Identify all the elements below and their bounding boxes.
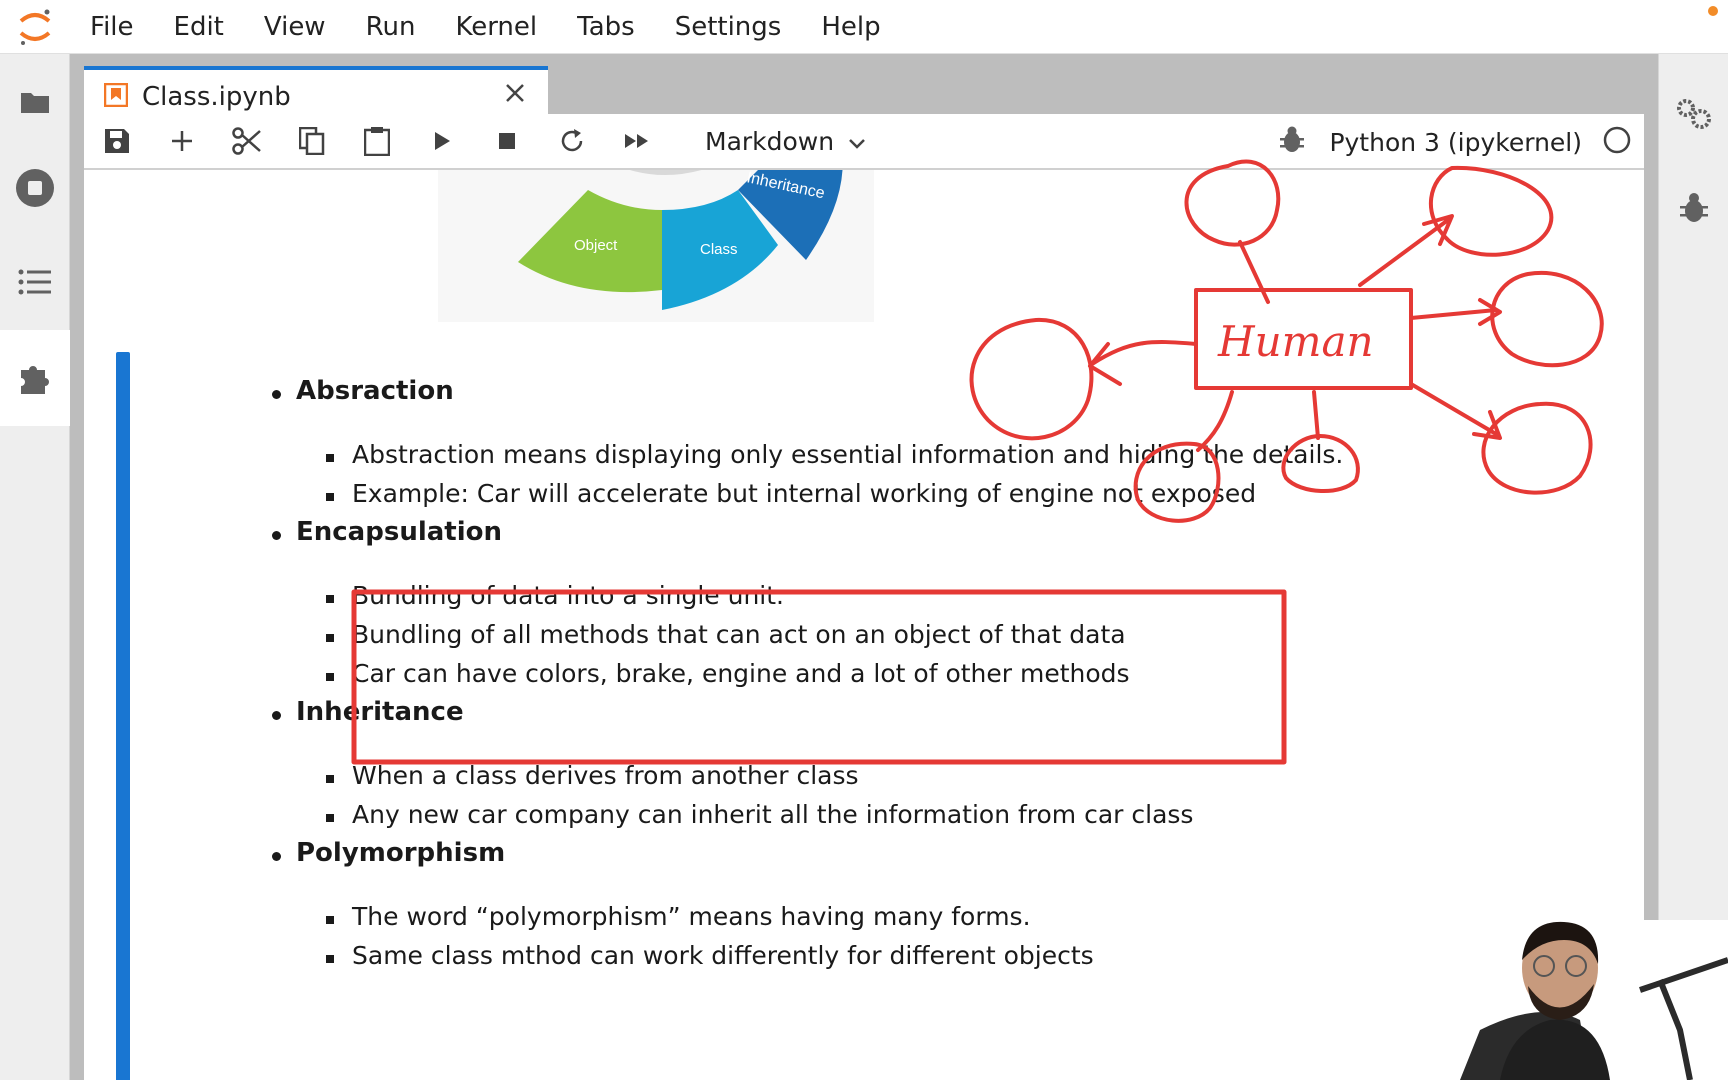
chevron-down-icon [848,127,866,156]
copy-icon[interactable] [279,113,344,169]
stop-icon[interactable] [474,113,539,169]
section-polymorphism-title: Polymorphism [271,838,506,868]
list-item: Example: Car will accelerate but interna… [325,479,1257,508]
save-icon[interactable] [84,113,149,169]
fast-forward-icon[interactable] [604,113,669,169]
presenter-webcam [1460,920,1728,1080]
notebook-toolbar: Markdown Python 3 (ipykernel) [84,114,1644,170]
list-item: The word “polymorphism” means having man… [326,902,1031,931]
active-cell-indicator[interactable] [116,352,130,1080]
notebook-panel: Markdown Python 3 (ipykernel) Object Cla… [84,114,1644,1080]
notebook-content: Object Class Inheritance Absraction Abst… [84,170,1644,1080]
list-item: Abstraction means displaying only essent… [325,440,1344,469]
cut-icon[interactable] [214,113,279,169]
running-icon[interactable] [0,140,70,236]
toc-icon[interactable] [0,234,70,330]
list-item: Any new car company can inherit all the … [325,800,1194,829]
kernel-area: Python 3 (ipykernel) [1279,114,1632,170]
extension-icon[interactable] [0,330,70,426]
notebook-icon [103,82,129,111]
oop-diagram-image: Object Class Inheritance [438,170,874,322]
menu-settings[interactable]: Settings [655,0,802,54]
menu-view[interactable]: View [244,0,346,54]
list-item: Bundling of all methods that can act on … [326,620,1126,649]
insert-cell-icon[interactable] [149,113,214,169]
menu-bar: File Edit View Run Kernel Tabs Settings … [0,0,1728,54]
jupyter-logo-icon [0,0,70,54]
section-inheritance-title: Inheritance [272,697,464,727]
kernel-status-icon [1602,125,1632,159]
diagram-label-object: Object [574,237,618,254]
list-item: When a class derives from another class [326,761,859,790]
diagram-label-class: Class [700,241,738,258]
bug-icon[interactable] [1279,126,1305,158]
close-icon[interactable] [500,78,530,108]
menu-edit[interactable]: Edit [154,0,244,54]
cell-type-label: Markdown [705,126,835,156]
folder-icon[interactable] [0,54,70,150]
kernel-name[interactable]: Python 3 (ipykernel) [1329,128,1582,157]
section-abstraction-title: Absraction [272,376,454,406]
notification-dot [1708,6,1718,16]
run-icon[interactable] [409,113,474,169]
list-item: Same class mthod can work differently fo… [326,941,1094,970]
menu-tabs[interactable]: Tabs [557,0,655,54]
paste-icon[interactable] [344,113,409,169]
menu-kernel[interactable]: Kernel [435,0,557,54]
list-item: Bundling of data into a single unit. [325,581,785,610]
menu-file[interactable]: File [70,0,154,54]
section-encapsulation-title: Encapsulation [272,517,502,547]
left-sidebar [0,54,70,1080]
restart-icon[interactable] [539,113,604,169]
main-dock: Class.ipynb Markdown Python 3 (ipykernel… [70,54,1658,1080]
menu-run[interactable]: Run [346,0,436,54]
tab-bar: Class.ipynb [84,66,1644,124]
cell-type-dropdown[interactable]: Markdown [705,127,866,156]
debugger-icon[interactable] [1659,168,1728,248]
menu-help[interactable]: Help [801,0,900,54]
property-inspector-icon[interactable] [1659,74,1728,154]
list-item: Car can have colors, brake, engine and a… [326,659,1130,688]
tab-title: Class.ipynb [142,82,291,112]
